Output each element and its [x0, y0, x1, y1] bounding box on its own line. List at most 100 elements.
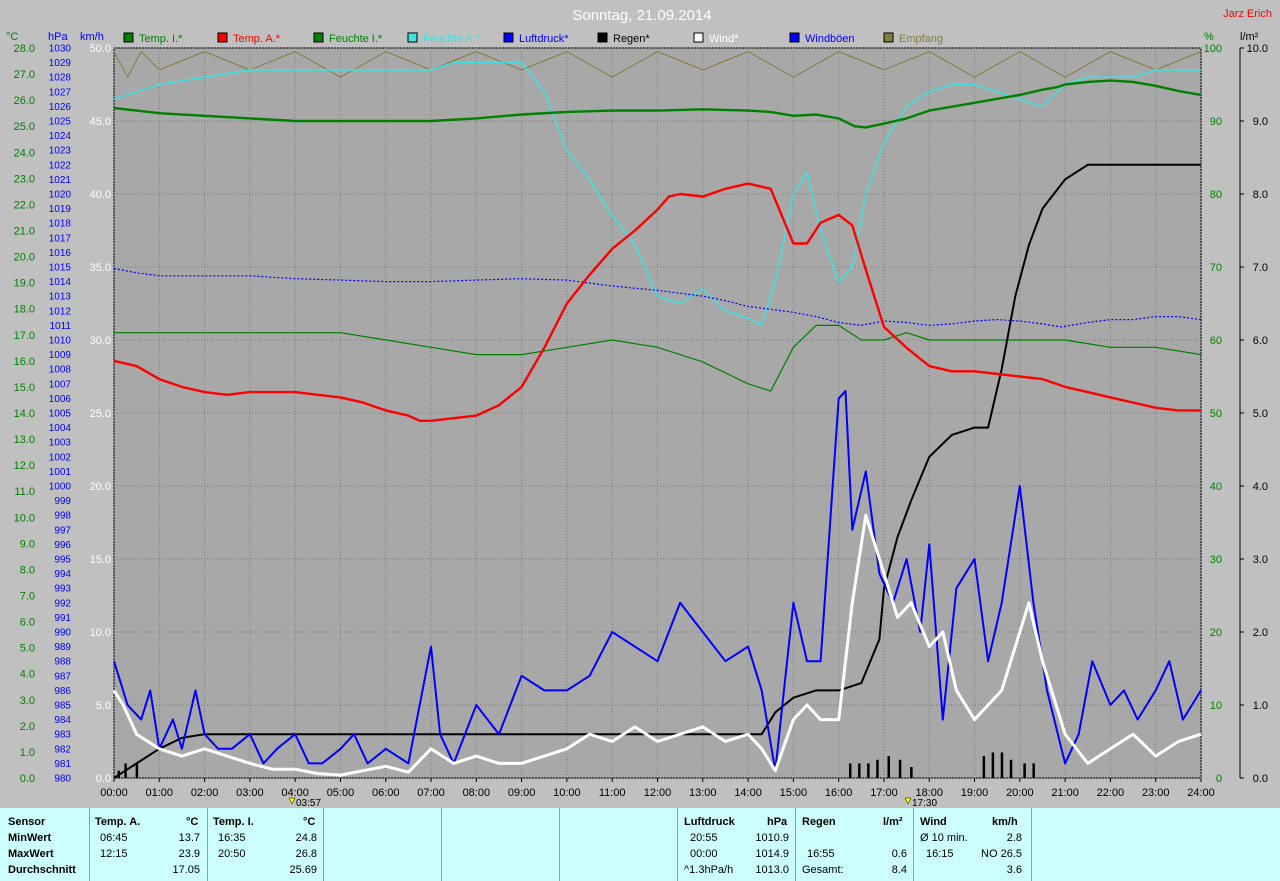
pressure-tick-label: 1030: [49, 44, 72, 55]
pressure-tick-label: 1016: [49, 248, 72, 259]
wind-tick-label: 45.0: [90, 116, 111, 128]
rain-tick-label: 7.0: [1253, 262, 1268, 274]
time-tick-label: 00:00: [100, 787, 128, 799]
legend-swatch: [123, 32, 134, 43]
time-tick-label: 22:00: [1097, 787, 1125, 799]
humidity-tick-label: 60: [1210, 335, 1222, 347]
pressure-tick-label: 991: [54, 613, 71, 624]
pressure-tick-label: 1015: [49, 263, 72, 274]
pressure-tick-label: 997: [54, 525, 71, 536]
temp-i-unit: °C: [303, 816, 316, 828]
temp-tick-label: 0.0: [20, 773, 35, 785]
temp-i-average: 25.69: [289, 864, 317, 876]
time-tick-label: 05:00: [327, 787, 355, 799]
temp-tick-label: 6.0: [20, 617, 35, 629]
wind-tick-label: 0.0: [96, 773, 111, 785]
humidity-tick-label: 20: [1210, 627, 1222, 639]
rain-bar: [910, 767, 913, 778]
pressure-tick-label: 1018: [49, 219, 72, 230]
pressure-tick-label: 1009: [49, 350, 72, 361]
time-tick-label: 23:00: [1142, 787, 1170, 799]
time-tick-label: 11:00: [599, 787, 626, 799]
pressure-tick-label: 1005: [49, 409, 72, 420]
stats-divider: [207, 808, 208, 881]
sunrise-label: 03:57: [296, 798, 321, 808]
pressure-average: 1013.0: [755, 864, 789, 876]
time-tick-label: 02:00: [191, 787, 219, 799]
humidity-tick-label: 100: [1204, 43, 1222, 55]
temp-tick-label: 1.0: [20, 747, 35, 759]
temp-tick-label: 13.0: [14, 434, 35, 446]
rain-unit: l/m²: [883, 816, 903, 828]
wind-tick-label: 40.0: [90, 189, 111, 201]
temp-i-max-value: 26.8: [295, 848, 317, 860]
pressure-trend: ^1.3hPa/h: [684, 864, 734, 876]
wind-unit-label: km/h: [80, 31, 104, 43]
pressure-tick-label: 995: [54, 555, 71, 566]
pressure-tick-label: 1025: [49, 117, 72, 128]
temp-tick-label: 7.0: [20, 591, 35, 603]
time-tick-label: 13:00: [689, 787, 717, 799]
temp-tick-label: 12.0: [14, 460, 35, 472]
wind-tick-label: 10.0: [90, 627, 111, 639]
pressure-tick-label: 998: [54, 511, 71, 522]
pressure-tick-label: 1020: [49, 190, 72, 201]
stats-divider: [1031, 808, 1032, 881]
temp-tick-label: 18.0: [14, 304, 35, 316]
pressure-tick-label: 1001: [49, 467, 72, 478]
pressure-tick-label: 1008: [49, 365, 72, 376]
rain-title: Regen: [802, 816, 836, 828]
rain-total-label: Gesamt:: [802, 864, 844, 876]
pressure-tick-label: 988: [54, 657, 71, 668]
wind-tick-label: 5.0: [96, 700, 111, 712]
pressure-tick-label: 1003: [49, 438, 72, 449]
temp-tick-label: 23.0: [14, 173, 35, 185]
rain-bar: [1032, 763, 1035, 778]
pressure-tick-label: 1029: [49, 58, 72, 69]
temp-tick-label: 22.0: [14, 199, 35, 211]
temp-a-max-time: 12:15: [100, 848, 128, 860]
pressure-tick-label: 980: [54, 774, 71, 785]
rain-tick-label: 10.0: [1247, 43, 1268, 55]
pressure-tick-label: 1007: [49, 379, 72, 390]
time-tick-label: 07:00: [417, 787, 445, 799]
legend-swatch: [217, 32, 228, 43]
rain-tick-label: 2.0: [1253, 627, 1268, 639]
temp-tick-label: 24.0: [14, 147, 35, 159]
chart-title: Sonntag, 21.09.2014: [572, 7, 711, 24]
pressure-tick-label: 981: [54, 759, 71, 770]
rain-bar: [991, 752, 995, 778]
wind-average: 3.6: [1006, 864, 1022, 876]
pressure-title: Luftdruck: [684, 816, 735, 828]
temp-tick-label: 16.0: [14, 356, 35, 368]
pressure-tick-label: 1014: [49, 277, 72, 288]
pressure-max-value: 1014.9: [755, 848, 789, 860]
time-tick-label: 06:00: [372, 787, 400, 799]
time-tick-label: 12:00: [644, 787, 672, 799]
rain-bar: [135, 763, 139, 778]
pressure-tick-label: 1006: [49, 394, 72, 405]
pressure-tick-label: 992: [54, 598, 71, 609]
time-tick-label: 08:00: [463, 787, 491, 799]
pressure-tick-label: 983: [54, 730, 71, 741]
pressure-tick-label: 989: [54, 642, 71, 653]
temp-tick-label: 20.0: [14, 252, 35, 264]
sensor-row-avg: Durchschnitt: [8, 864, 76, 876]
pressure-tick-label: 1011: [49, 321, 71, 332]
pressure-tick-label: 1024: [49, 131, 72, 142]
pressure-tick-label: 982: [54, 744, 71, 755]
wind-tick-label: 50.0: [90, 43, 111, 55]
temp-a-min-time: 06:45: [100, 832, 128, 844]
temp-i-min-value: 24.8: [295, 832, 317, 844]
rain-bar: [898, 759, 902, 778]
pressure-tick-label: 1010: [49, 336, 72, 347]
temp-tick-label: 3.0: [20, 695, 35, 707]
temp-tick-label: 14.0: [14, 408, 35, 420]
wind-title: Wind: [920, 816, 947, 828]
wind-tick-label: 35.0: [90, 262, 111, 274]
pressure-tick-label: 1027: [49, 87, 72, 98]
pressure-tick-label: 1004: [49, 423, 72, 434]
temp-unit-label: °C: [6, 31, 18, 43]
pressure-unit-label: hPa: [48, 31, 68, 43]
temp-a-title: Temp. A.: [95, 816, 141, 828]
